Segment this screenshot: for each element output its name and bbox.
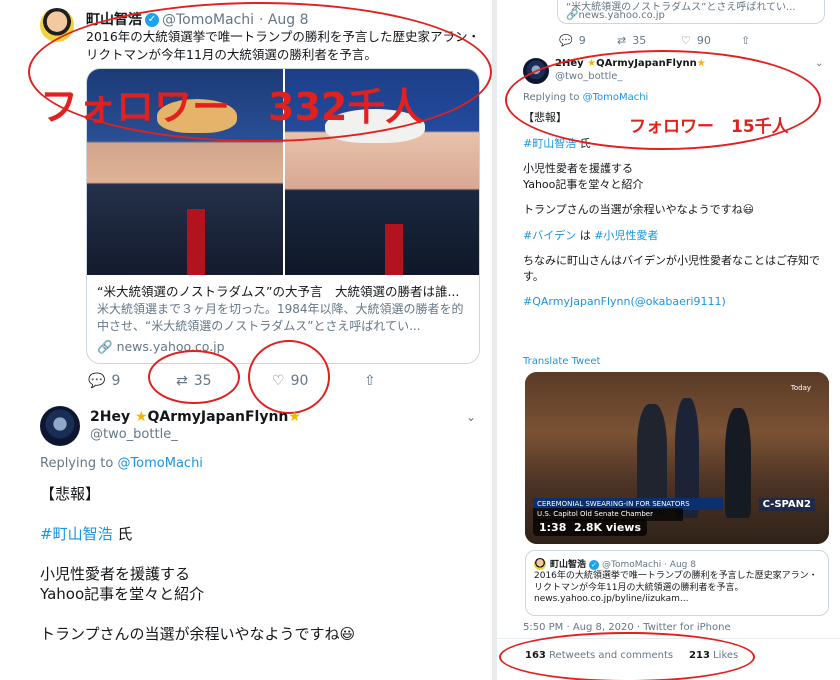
left-screenshot-panel: 町山智浩 ✓ @TomoMachi · Aug 8 2016年の大統領選挙で唯一トラ… — [0, 0, 492, 680]
tweet-date: · Aug 8 — [664, 560, 696, 570]
tweet-line-3: 小児性愛者を援護する — [40, 565, 191, 583]
right-screenshot-panel: “米大統領選のノストラダムス”とさえ呼ばれてい... 🔗news.yahoo.c… — [496, 0, 840, 680]
reply-icon: 💬 — [88, 373, 106, 389]
reply-count: 9 — [578, 34, 586, 47]
follower-annotation: フォロワー 15千人 — [629, 117, 789, 137]
video-views: 2.8K views — [574, 521, 641, 534]
annotation-circle-likes — [248, 340, 330, 414]
tweet-line-8: #QArmyJapanFlynn(@okabaeri9111) — [523, 294, 823, 310]
replying-to-link[interactable]: @TomoMachi — [117, 456, 202, 471]
tweet-line-3: 小児性愛者を援護する — [523, 162, 633, 175]
quoted-tweet-text: 2016年の大統領選挙で唯一トランプの勝利を予言した歴史家アラン・リクトマンが今… — [534, 571, 818, 593]
author-handle: @TomoMachi — [602, 560, 662, 570]
partial-link-card[interactable]: “米大統領選のノストラダムス”とさえ呼ばれてい... 🔗news.yahoo.c… — [557, 0, 825, 24]
link-icon: 🔗 — [566, 10, 579, 21]
follower-annotation: フォロワー 332千人 — [40, 85, 424, 129]
tweet-line-6-mid: は — [576, 228, 595, 242]
star-icon: ★ — [288, 409, 301, 425]
video-player[interactable]: Today CEREMONIAL SWEARING-IN FOR SENATOR… — [525, 372, 829, 544]
video-figure — [725, 408, 751, 518]
share-icon: ⇧ — [364, 373, 376, 389]
video-today-label: Today — [790, 384, 811, 392]
share-icon: ⇧ — [741, 34, 751, 47]
author-display-name: 2Hey — [90, 409, 131, 425]
video-duration: 1:38 — [539, 521, 567, 534]
tweet-line-4: Yahoo記事を堂々と紹介 — [40, 585, 205, 603]
author-name-suffix: QArmyJapanFlynn — [147, 409, 289, 425]
like-action[interactable]: ♡ 90 — [681, 34, 741, 47]
author-handle[interactable]: @two_bottle_ — [90, 427, 178, 442]
tweet-line-1: 【悲報】 — [40, 485, 101, 503]
reply-action[interactable]: 💬 9 — [559, 34, 617, 47]
star-icon: ★ — [134, 409, 148, 425]
tweet-line-6: #バイデン は #小児性愛者 — [523, 228, 823, 244]
tweet-line-4: Yahoo記事を堂々と紹介 — [523, 177, 644, 191]
mention-link[interactable]: (@okabaeri9111) — [630, 295, 725, 308]
two-bottle-avatar[interactable] — [40, 406, 80, 446]
hashtag-link[interactable]: #町山智浩 — [40, 525, 113, 543]
quoted-author: 町山智浩 ✓ @TomoMachi · Aug 8 — [550, 557, 696, 570]
quoted-tweet-url: news.yahoo.co.jp/byline/iizukam... — [534, 594, 689, 604]
retweet-icon: ⇄ — [617, 34, 627, 47]
tweet-line-2-rest: 氏 — [112, 525, 133, 543]
retweet-count: 35 — [632, 34, 647, 47]
hashtag-link[interactable]: #小児性愛者 — [594, 229, 658, 242]
link-icon: 🔗 — [97, 339, 113, 354]
translate-tweet-link[interactable]: Translate Tweet — [523, 356, 600, 367]
annotation-circle-retweets — [148, 350, 240, 404]
verified-badge-icon: ✓ — [589, 559, 600, 570]
video-stats-badge: 1:38 2.8K views — [533, 519, 647, 536]
tweet-line-2: #町山智浩 氏 — [40, 524, 355, 544]
card-domain: news.yahoo.co.jp — [578, 10, 665, 21]
retweet-action[interactable]: ⇄ 35 — [617, 34, 681, 47]
heart-icon: ♡ — [681, 34, 691, 47]
share-action[interactable]: ⇧ — [364, 373, 376, 389]
tweet-line-5: トランプさんの当選が余程いやなようですね😃 — [40, 625, 356, 643]
tweet-line-5: トランプさんの当選が余程いやなようですね😃 — [523, 203, 755, 216]
chevron-down-icon[interactable]: ⌄ — [466, 410, 476, 424]
author-display-name: 町山智浩 — [550, 560, 587, 570]
annotation-circle-stats — [499, 632, 755, 680]
replying-label: Replying to — [40, 456, 114, 471]
card-title: “米大統領選のノストラダムス”の大予言 大統領選の勝者は誰... — [97, 284, 460, 299]
cspan-logo: C-SPAN2 — [758, 498, 815, 511]
hashtag-link[interactable]: #バイデン — [523, 229, 576, 242]
like-count: 90 — [696, 34, 711, 47]
reply-author[interactable]: 2Hey ★QArmyJapanFlynn★ — [90, 409, 301, 425]
hashtag-link[interactable]: #QArmyJapanFlynn — [523, 295, 630, 308]
card-domain-row: 🔗news.yahoo.co.jp — [566, 10, 665, 21]
tweet-line-7: ちなみに町山さんはバイデンが小児性愛者なことはご存知です。 — [523, 254, 820, 283]
reply-tweet-body: 【悲報】 #町山智浩 氏 小児性愛者を援護する Yahoo記事を堂々と紹介 トラ… — [40, 484, 355, 644]
reply-icon: 💬 — [559, 34, 573, 47]
tweet-actions: 💬 9 ⇄ 35 ♡ 90 ⇧ — [559, 34, 750, 47]
replying-to-row: Replying to @TomoMachi — [40, 456, 203, 471]
tomomachi-avatar — [534, 558, 546, 570]
reply-count: 9 — [111, 373, 121, 389]
chevron-down-icon[interactable]: ⌄ — [815, 58, 823, 69]
quoted-tweet-card[interactable]: 町山智浩 ✓ @TomoMachi · Aug 8 2016年の大統領選挙で唯一トラ… — [525, 550, 829, 616]
card-description: 米大統領選まで３ヶ月を切った。1984年以降、大統領選の勝者を的中させ、“米大統… — [97, 302, 464, 333]
share-action[interactable]: ⇧ — [741, 34, 750, 47]
